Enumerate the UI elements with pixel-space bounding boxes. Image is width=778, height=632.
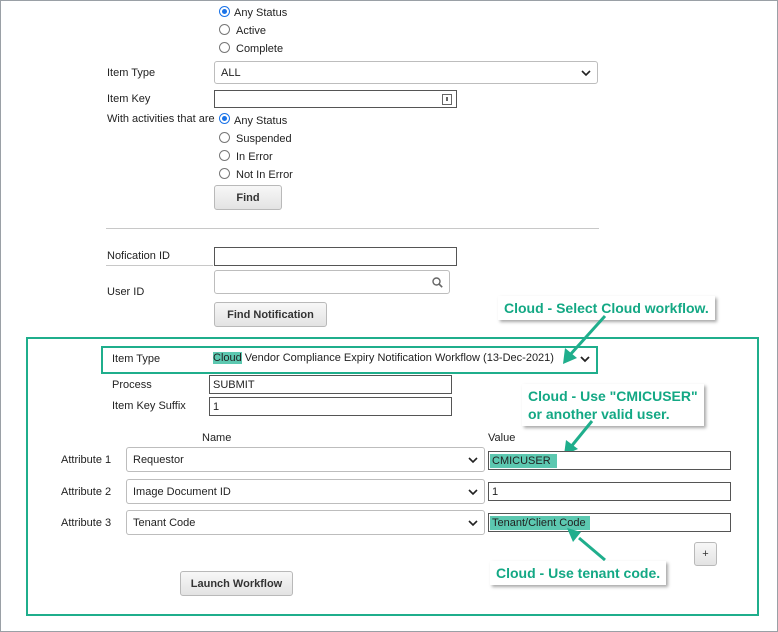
- section-divider: [106, 228, 599, 229]
- item-type-select[interactable]: ALL: [214, 61, 598, 84]
- user-id-label: User ID: [107, 286, 145, 298]
- chevron-down-icon: [468, 456, 478, 463]
- callout-use-user: Cloud - Use "CMICUSER" or another valid …: [522, 384, 704, 426]
- attribute-3-name: Tenant Code: [133, 516, 196, 529]
- process-label: Process: [112, 379, 152, 391]
- attribute-1-label: Attribute 1: [61, 454, 112, 466]
- item-type-value: ALL: [221, 66, 241, 79]
- attribute-2-label: Attribute 2: [61, 486, 112, 498]
- name-header: Name: [202, 432, 232, 444]
- attribute-2-name-select[interactable]: Image Document ID: [126, 479, 485, 504]
- attribute-1-value-input[interactable]: CMICUSER: [488, 451, 731, 470]
- status-complete-label: Complete: [236, 43, 284, 55]
- attribute-3-label: Attribute 3: [61, 517, 112, 529]
- wf-item-type-label: Item Type: [112, 353, 161, 365]
- attribute-1-value: CMICUSER: [490, 453, 557, 468]
- attribute-1-name: Requestor: [133, 453, 184, 466]
- search-icon[interactable]: [432, 277, 443, 288]
- notification-id-input[interactable]: [214, 247, 457, 266]
- wf-item-type-rest: Vendor Compliance Expiry Notification Wo…: [241, 352, 554, 364]
- chevron-down-icon: [581, 69, 591, 76]
- process-input[interactable]: SUBMIT: [209, 375, 452, 394]
- callout-tenant-code: Cloud - Use tenant code.: [490, 561, 667, 585]
- value-header: Value: [488, 432, 516, 444]
- wf-item-type-select[interactable]: Cloud Vendor Compliance Expiry Notificat…: [211, 349, 594, 369]
- item-key-suffix-label: Item Key Suffix: [112, 400, 186, 412]
- key-lookup-icon[interactable]: [442, 94, 452, 105]
- activity-suspended-radio[interactable]: [219, 132, 230, 143]
- callout-arrow-3: [567, 528, 606, 562]
- callout-use-user-line1: Cloud - Use "CMICUSER": [528, 388, 698, 404]
- chevron-down-icon: [580, 356, 590, 363]
- attribute-2-value-input[interactable]: 1: [488, 482, 731, 501]
- find-notification-button[interactable]: Find Notification: [214, 302, 327, 327]
- chevron-down-icon: [468, 488, 478, 495]
- item-key-suffix-input[interactable]: 1: [209, 397, 452, 416]
- activity-not-error-label: Not In Error: [236, 169, 293, 181]
- wf-item-type-cloud: Cloud: [213, 352, 242, 364]
- activity-any-radio[interactable]: [219, 113, 230, 124]
- item-key-label: Item Key: [107, 93, 151, 105]
- status-any-label: Any Status: [234, 7, 288, 19]
- status-any-radio[interactable]: [219, 6, 230, 17]
- launch-workflow-button[interactable]: Launch Workflow: [180, 571, 293, 596]
- attribute-2-name: Image Document ID: [133, 485, 231, 498]
- activity-error-radio[interactable]: [219, 150, 230, 161]
- chevron-down-icon: [468, 519, 478, 526]
- user-id-input[interactable]: [214, 270, 450, 294]
- callout-use-user-line2: or another valid user.: [528, 406, 670, 422]
- find-button[interactable]: Find: [214, 185, 282, 210]
- activity-error-label: In Error: [236, 151, 273, 163]
- attribute-3-name-select[interactable]: Tenant Code: [126, 510, 485, 535]
- activity-suspended-label: Suspended: [236, 133, 292, 145]
- item-key-input[interactable]: [214, 90, 457, 108]
- item-type-label: Item Type: [107, 67, 156, 79]
- activity-any-label: Any Status: [234, 115, 288, 127]
- attribute-1-name-select[interactable]: Requestor: [126, 447, 485, 472]
- add-attribute-button[interactable]: +: [694, 542, 717, 566]
- status-complete-radio[interactable]: [219, 42, 230, 53]
- activity-not-error-radio[interactable]: [219, 168, 230, 179]
- notification-id-label: Nofication ID: [107, 250, 170, 262]
- status-active-radio[interactable]: [219, 24, 230, 35]
- notification-underline: [106, 265, 213, 266]
- activities-label: With activities that are: [107, 113, 215, 125]
- status-active-label: Active: [236, 25, 266, 37]
